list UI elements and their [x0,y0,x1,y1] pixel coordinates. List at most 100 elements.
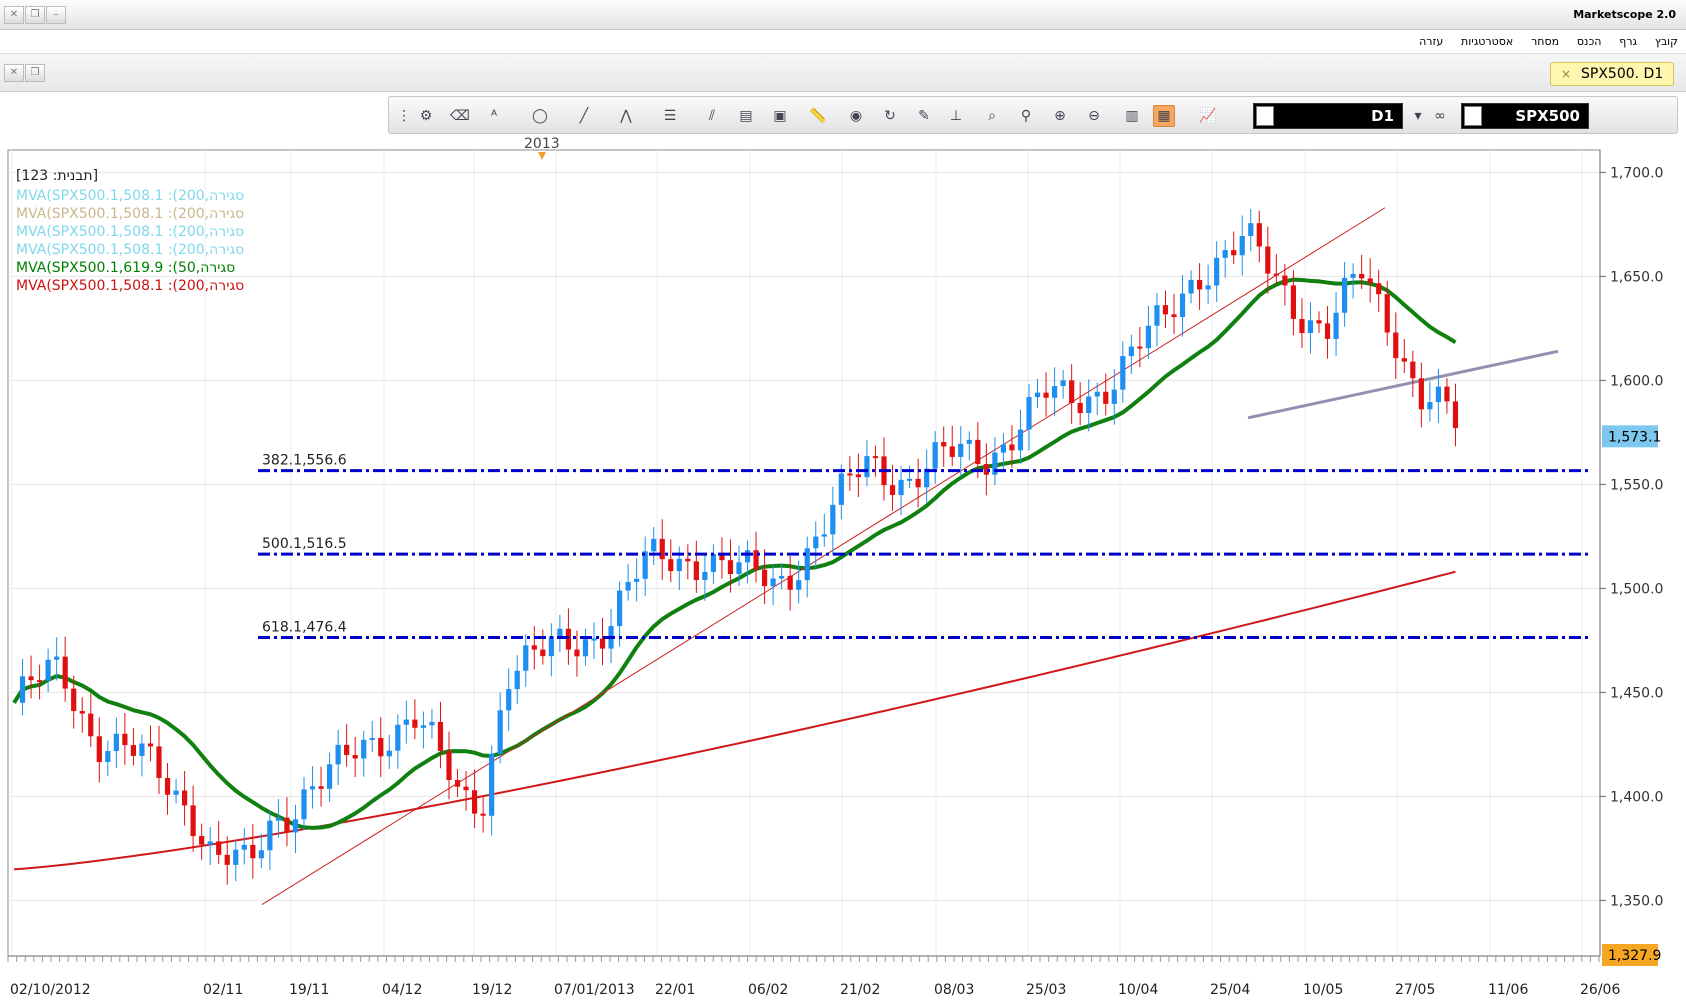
candle-body [1307,320,1314,333]
candle-body [71,688,77,712]
zoom-chart-icon[interactable]: ⌕ [981,105,1003,127]
candle-body [813,536,819,549]
candle-body [216,841,222,855]
candle-body [199,836,205,845]
candle-body [727,560,734,575]
hierarchy-icon[interactable]: ⚙ [415,105,437,127]
fibonacci-tool-icon[interactable]: ☰ [659,105,681,127]
candle-body [932,442,938,469]
channel-tool-icon[interactable]: ▤ [735,105,757,127]
fibonacci-levels[interactable]: 382.1,556.6 500.1,516.5 618.1,476.4 [258,453,1590,639]
candle-body [1410,361,1416,379]
menu-strategies[interactable]: אסטרטגיות [1461,30,1513,54]
candle-body [1282,275,1288,286]
restore-doc-button[interactable]: ❐ [25,64,45,82]
current-price-label: 1,573.1 [1608,429,1661,445]
candle-chart-icon[interactable]: ▦ [1153,105,1175,127]
candle-body [1333,312,1339,339]
ma200-line [13,570,1456,871]
candle-body [1299,318,1305,333]
date-tick-label: 25/03 [1026,982,1066,998]
window-controls: ✕ ❐ – [4,6,66,24]
date-tick-label: 22/01 [655,982,695,998]
candle-body [966,439,972,444]
candle-body [855,474,862,478]
price-chart[interactable]: 382.1,556.6 500.1,516.5 618.1,476.4 1,350.… [0,134,1686,1004]
price-tick-label: 1,400.0 [1610,789,1663,805]
text-tool-icon[interactable]: ᴬ [483,105,505,127]
candle-body [1154,305,1160,326]
globe-icon[interactable]: ◉ [845,105,867,127]
menu-trading[interactable]: מסחר [1531,30,1559,54]
candle-body [659,538,665,560]
candle-body [1077,402,1083,414]
candle-body [181,790,188,806]
parallel-lines-icon[interactable]: ⫽ [701,105,723,127]
chart-area[interactable]: 382.1,556.6 500.1,516.5 618.1,476.4 1,350.… [0,134,1686,1004]
candle-body [105,750,111,763]
candle-body [634,578,640,582]
zoom-out-icon[interactable]: ⊖ [1083,105,1105,127]
close-doc-button[interactable]: ✕ [4,64,24,82]
candle-body [565,628,572,650]
tab-close-icon[interactable]: × [1561,63,1571,85]
date-tick-label: 06/02 [748,982,788,998]
menu-chart[interactable]: גרף [1619,30,1637,54]
candle-body [702,571,708,581]
close-window-button[interactable]: ✕ [4,6,24,24]
symbol-select[interactable]: SPX500 [1461,103,1589,129]
candle-body [975,439,981,465]
image-tool-icon[interactable]: ▣ [769,105,791,127]
chart-toolbar: ⋮ ⚙ ⌫ ᴬ ◯ ╱ ⋀ ☰ ⫽ ▤ ▣ 📏 ◉ ↻ ✎ ⊥ ⌕ ⚲ ⊕ ⊖ … [388,96,1678,134]
legend-entry: MVA(SPX500.1,508.1 :(200,סגירה [16,188,244,204]
candle-body [540,649,546,657]
candle-body [779,575,785,579]
candle-body [915,478,921,488]
candle-body [386,750,392,757]
candle-body [906,478,913,481]
alert-icon[interactable]: ✎ [913,105,935,127]
zoom-in-icon[interactable]: ⊕ [1049,105,1071,127]
candle-body [122,733,128,746]
eraser-icon[interactable]: ⌫ [449,105,471,127]
channel-line[interactable] [261,207,1386,905]
candle-body [736,562,742,575]
symbol-select-box [1464,106,1482,126]
candle-body [941,442,947,447]
legend-entry: MVA(SPX500.1,508.1 :(200,סגירה [16,242,244,258]
candle-body [889,485,896,496]
minimize-window-button[interactable]: – [46,6,66,24]
timeframe-select[interactable]: D1 [1253,103,1403,129]
indicator-icon[interactable]: ⚲ [1015,105,1037,127]
menu-help[interactable]: עזרה [1419,30,1443,54]
candle-body [96,736,102,763]
candle-body [36,680,43,683]
candle-body [1000,444,1007,453]
candle-body [437,721,444,751]
candle-body [591,638,597,641]
candle-body [847,473,853,476]
fib-level-label: 382.1,556.6 [262,453,347,469]
line-chart-icon[interactable]: 📈 [1197,105,1219,127]
low-price-label: 1,327.9 [1608,948,1661,964]
ellipse-tool-icon[interactable]: ◯ [529,105,551,127]
magnet-icon[interactable]: ↻ [879,105,901,127]
candle-body [164,777,171,795]
restore-window-button[interactable]: ❐ [25,6,45,24]
tab-spx500-d1[interactable]: × SPX500. D1 [1550,62,1674,86]
candle-body [1384,294,1390,333]
candle-body [1162,305,1169,315]
candle-body [19,676,26,703]
menu-insert[interactable]: הכנס [1577,30,1602,54]
link-charts-icon[interactable]: ∞ [1429,105,1451,127]
timeframe-dropdown-icon[interactable]: ▾ [1407,105,1429,127]
ruler-icon[interactable]: 📏 [807,105,829,127]
line-tool-icon[interactable]: ╱ [573,105,595,127]
bar-chart-icon[interactable]: ▥ [1121,105,1143,127]
candle-body [1111,389,1117,404]
candle-body [344,744,350,756]
pitchfork-tool-icon[interactable]: ⋀ [615,105,637,127]
candle-body [1043,392,1049,398]
cursor-line-icon[interactable]: ⊥ [945,105,967,127]
menu-file[interactable]: קובץ [1655,30,1678,54]
